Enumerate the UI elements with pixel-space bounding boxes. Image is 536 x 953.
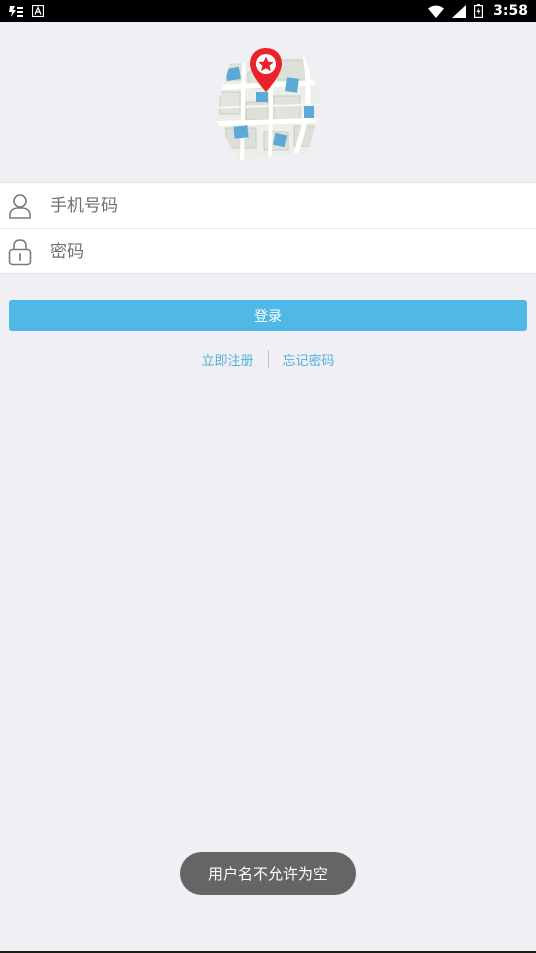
map-pin-logo-icon <box>214 48 322 160</box>
auth-links: 立即注册 忘记密码 <box>0 348 536 370</box>
register-link[interactable]: 立即注册 <box>187 350 267 369</box>
battery-icon <box>474 4 484 18</box>
error-toast: 用户名不允许为空 <box>180 852 356 895</box>
status-bar-right: 3:58 <box>428 3 528 19</box>
toast-message: 用户名不允许为空 <box>207 865 328 883</box>
status-bar-left <box>8 4 44 18</box>
login-button[interactable]: 登录 <box>9 300 527 331</box>
status-bar: 3:58 <box>0 0 536 22</box>
lock-icon <box>8 238 32 265</box>
password-input[interactable] <box>50 236 490 267</box>
user-icon <box>9 193 31 219</box>
phone-row <box>0 183 536 228</box>
signal-icon <box>452 4 467 18</box>
phone-input[interactable] <box>50 190 490 221</box>
password-row <box>0 229 536 274</box>
notification-icon <box>9 6 23 17</box>
app-logo <box>208 42 328 162</box>
forgot-password-link[interactable]: 忘记密码 <box>269 350 349 369</box>
wifi-icon <box>428 5 445 18</box>
a-icon <box>32 5 44 17</box>
login-form <box>0 182 536 274</box>
status-time: 3:58 <box>493 3 528 19</box>
